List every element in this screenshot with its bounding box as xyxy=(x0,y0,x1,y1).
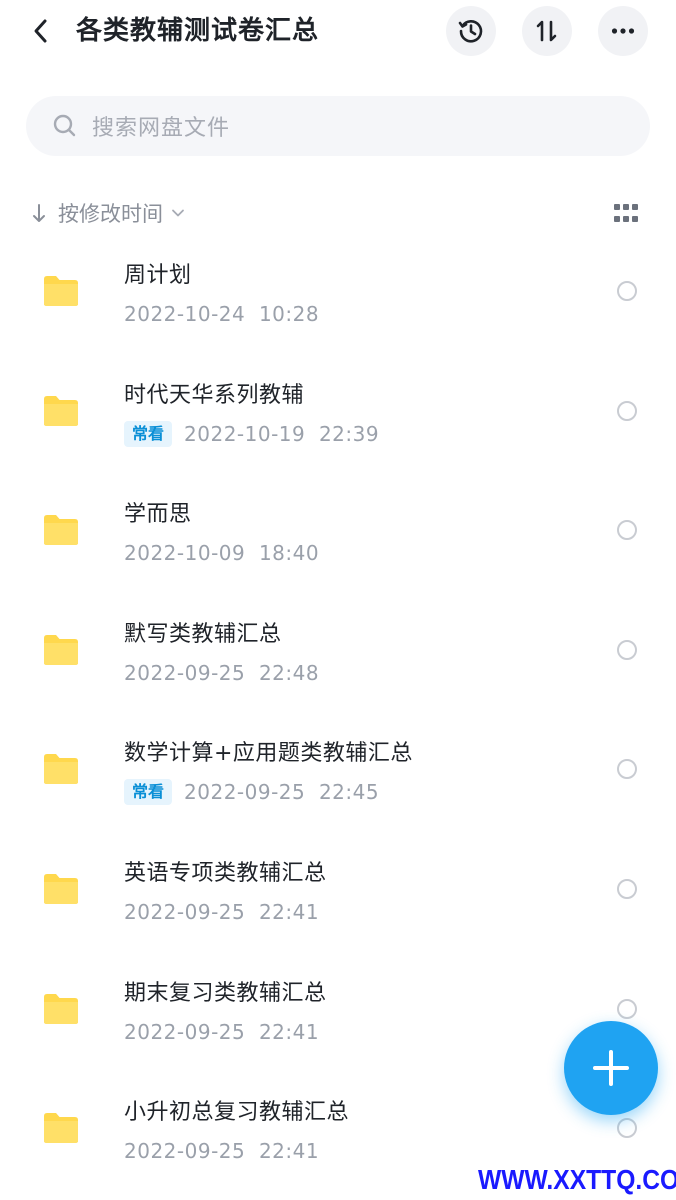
add-button[interactable] xyxy=(564,1021,658,1115)
select-checkbox[interactable] xyxy=(617,400,637,421)
select-checkbox[interactable] xyxy=(617,281,637,301)
select-checkbox[interactable] xyxy=(617,759,637,780)
select-checkbox[interactable] xyxy=(617,998,637,1019)
folder-icon xyxy=(44,873,78,904)
chevron-left-icon xyxy=(34,19,47,43)
frequent-badge: 常看 xyxy=(124,420,173,447)
modified-date: 2022-10-09 18:40 xyxy=(124,541,320,566)
modified-date: 2022-10-19 22:39 xyxy=(184,421,380,446)
frequent-badge: 常看 xyxy=(124,779,173,806)
sort-bar: 按修改时间 xyxy=(0,190,676,236)
chevron-down-icon xyxy=(171,206,185,220)
list-item[interactable]: 默写类教辅汇总 2022-09-25 22:48 xyxy=(0,591,676,711)
sort-button[interactable] xyxy=(522,6,572,56)
watermark: WWW.XXTTQ.COM xyxy=(478,1164,676,1195)
file-name: 英语专项类教辅汇总 xyxy=(124,860,327,886)
more-icon xyxy=(611,28,635,34)
sort-order-toggle[interactable]: 按修改时间 xyxy=(30,198,185,228)
file-meta: 2022-09-25 22:41 xyxy=(124,898,319,926)
file-name: 默写类教辅汇总 xyxy=(124,621,282,647)
file-meta: 2022-09-25 22:48 xyxy=(124,659,319,687)
list-item[interactable]: 周计划 2022-10-24 10:28 xyxy=(0,232,676,352)
list-item[interactable]: 数学计算+应用题类教辅汇总 常看 2022-09-25 22:45 xyxy=(0,710,676,830)
folder-icon xyxy=(44,993,78,1024)
plus-icon xyxy=(593,1050,629,1086)
modified-date: 2022-09-25 22:48 xyxy=(124,660,320,685)
history-button[interactable] xyxy=(446,6,496,56)
file-meta: 常看 2022-10-19 22:39 xyxy=(124,420,379,448)
file-meta: 2022-10-24 10:28 xyxy=(124,300,319,328)
folder-icon xyxy=(44,276,78,306)
search-icon xyxy=(52,113,78,139)
grid-view-icon[interactable] xyxy=(614,204,640,224)
select-checkbox[interactable] xyxy=(617,878,637,899)
page: 各类教辅测试卷汇总 搜索网盘文件 按修改时间 周计划 2022-10-24 10… xyxy=(0,0,676,1200)
modified-date: 2022-09-25 22:41 xyxy=(124,899,320,924)
modified-date: 2022-09-25 22:41 xyxy=(124,1019,320,1044)
file-meta: 2022-09-25 22:41 xyxy=(124,1137,319,1165)
sort-label: 按修改时间 xyxy=(58,202,163,226)
file-name: 时代天华系列教辅 xyxy=(124,382,305,408)
list-item[interactable]: 时代天华系列教辅 常看 2022-10-19 22:39 xyxy=(0,352,676,472)
select-checkbox[interactable] xyxy=(617,1118,637,1139)
file-name: 周计划 xyxy=(124,263,192,288)
folder-icon xyxy=(44,515,78,546)
modified-date: 2022-10-24 10:28 xyxy=(124,302,320,326)
folder-icon xyxy=(44,754,78,785)
select-checkbox[interactable] xyxy=(617,520,637,541)
folder-icon xyxy=(44,634,78,665)
file-name: 小升初总复习教辅汇总 xyxy=(124,1100,350,1126)
page-title: 各类教辅测试卷汇总 xyxy=(76,16,320,46)
header: 各类教辅测试卷汇总 xyxy=(0,0,676,64)
file-name: 学而思 xyxy=(124,502,192,528)
list-item[interactable]: 英语专项类教辅汇总 2022-09-25 22:41 xyxy=(0,830,676,950)
more-button[interactable] xyxy=(598,6,648,56)
file-meta: 2022-09-25 22:41 xyxy=(124,1018,319,1046)
file-name: 数学计算+应用题类教辅汇总 xyxy=(124,741,413,767)
folder-icon xyxy=(44,1113,78,1144)
select-checkbox[interactable] xyxy=(617,639,637,660)
sort-icon xyxy=(536,20,557,42)
back-button[interactable] xyxy=(26,14,56,48)
search-placeholder: 搜索网盘文件 xyxy=(92,116,231,141)
file-meta: 2022-10-09 18:40 xyxy=(124,539,319,567)
list-item[interactable]: 学而思 2022-10-09 18:40 xyxy=(0,471,676,591)
search-input[interactable]: 搜索网盘文件 xyxy=(26,96,650,156)
history-icon xyxy=(458,19,483,43)
file-name: 期末复习类教辅汇总 xyxy=(124,980,327,1006)
modified-date: 2022-09-25 22:41 xyxy=(124,1139,320,1164)
file-meta: 常看 2022-09-25 22:45 xyxy=(124,778,379,806)
folder-icon xyxy=(44,395,78,426)
arrow-down-icon xyxy=(30,200,48,226)
modified-date: 2022-09-25 22:45 xyxy=(184,780,380,805)
